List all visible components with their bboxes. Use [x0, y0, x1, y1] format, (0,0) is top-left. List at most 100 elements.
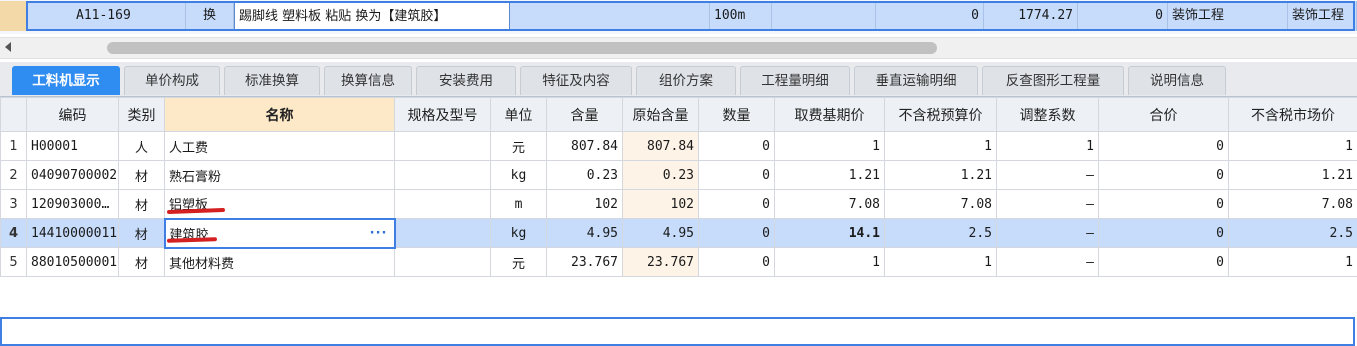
cell-adjust-factor[interactable]: –: [997, 248, 1099, 277]
cell-type[interactable]: 材: [119, 161, 165, 190]
selected-parent-row[interactable]: A11-169 换 踢脚线 塑料板 粘贴 换为【建筑胶】 100m 0 1774…: [0, 1, 1357, 31]
cell-base-price: 1.21: [775, 161, 885, 190]
cell-market-price[interactable]: 7.08: [1229, 190, 1357, 219]
tab-unit-price-composition[interactable]: 单价构成: [124, 66, 220, 95]
col-header-total[interactable]: 合价: [1099, 98, 1229, 132]
tab-quantity-detail[interactable]: 工程量明细: [740, 66, 850, 95]
col-header-content[interactable]: 含量: [547, 98, 623, 132]
table-row-selected[interactable]: 4 14410000011 材 建筑胶··· kg 4.95 4.95 0 14…: [1, 219, 1357, 248]
cell-market-price[interactable]: 1: [1229, 248, 1357, 277]
cell-base-price: 14.1: [775, 219, 885, 248]
cell-type[interactable]: 材: [119, 248, 165, 277]
col-header-spec[interactable]: 规格及型号: [395, 98, 491, 132]
row-number-header: [1, 98, 27, 132]
cell-budget-price[interactable]: 2.5: [885, 219, 997, 248]
cell-name[interactable]: 其他材料费: [165, 248, 395, 277]
cell-content[interactable]: 807.84: [547, 132, 623, 161]
cell-budget-price[interactable]: 1.21: [885, 161, 997, 190]
tab-vertical-transport[interactable]: 垂直运输明细: [854, 66, 978, 95]
parent-unit: 100m: [710, 1, 772, 31]
scroll-left-arrow-icon[interactable]: [5, 42, 11, 52]
cell-quantity: 0: [699, 219, 775, 248]
cell-budget-price[interactable]: 1: [885, 132, 997, 161]
tab-reverse-graphic-quantity[interactable]: 反查图形工程量: [982, 66, 1124, 95]
parent-total: 0: [1078, 1, 1168, 31]
row-number: 1: [1, 132, 27, 161]
col-header-quantity[interactable]: 数量: [699, 98, 775, 132]
col-header-unit[interactable]: 单位: [491, 98, 547, 132]
parent-spec: [510, 1, 710, 31]
tab-pricing-scheme[interactable]: 组价方案: [636, 66, 736, 95]
col-header-adjust-factor[interactable]: 调整系数: [997, 98, 1099, 132]
cell-adjust-factor[interactable]: –: [997, 161, 1099, 190]
tab-labor-material-machine[interactable]: 工料机显示: [12, 66, 120, 95]
cell-content[interactable]: 0.23: [547, 161, 623, 190]
cell-content[interactable]: 23.767: [547, 248, 623, 277]
cell-content[interactable]: 4.95: [547, 219, 623, 248]
cell-total: 0: [1099, 219, 1229, 248]
horizontal-scrollbar[interactable]: [0, 37, 1357, 59]
cell-type[interactable]: 人: [119, 132, 165, 161]
cell-base-price: 1: [775, 132, 885, 161]
cell-type[interactable]: 材: [119, 219, 165, 248]
cell-original-content: 102: [623, 190, 699, 219]
tab-conversion-info[interactable]: 换算信息: [324, 66, 412, 95]
tab-installation-fee[interactable]: 安装费用: [416, 66, 516, 95]
col-header-budget-price[interactable]: 不含税预算价: [885, 98, 997, 132]
cell-type[interactable]: 材: [119, 190, 165, 219]
cell-base-price: 1: [775, 248, 885, 277]
cell-market-price[interactable]: 2.5: [1229, 219, 1357, 248]
cell-unit[interactable]: m: [491, 190, 547, 219]
cell-unit[interactable]: kg: [491, 161, 547, 190]
cell-code[interactable]: 14410000011: [27, 219, 119, 248]
cell-name[interactable]: 人工费: [165, 132, 395, 161]
parent-category: 装饰工程: [1168, 1, 1288, 31]
cell-adjust-factor[interactable]: 1: [997, 132, 1099, 161]
table-row[interactable]: 5 88010500001 材 其他材料费 元 23.767 23.767 0 …: [1, 248, 1357, 277]
cell-name[interactable]: 铝塑板: [165, 190, 395, 219]
cell-spec[interactable]: [395, 132, 491, 161]
cell-base-price: 7.08: [775, 190, 885, 219]
col-header-name[interactable]: 名称: [165, 98, 395, 132]
cell-name[interactable]: 熟石膏粉: [165, 161, 395, 190]
cell-spec[interactable]: [395, 190, 491, 219]
cell-adjust-factor[interactable]: –: [997, 190, 1099, 219]
cell-total: 0: [1099, 132, 1229, 161]
cell-spec[interactable]: [395, 219, 491, 248]
cell-market-price[interactable]: 1: [1229, 132, 1357, 161]
cell-spec[interactable]: [395, 161, 491, 190]
cell-code[interactable]: 120903000…: [27, 190, 119, 219]
cell-adjust-factor[interactable]: –: [997, 219, 1099, 248]
col-header-original-content[interactable]: 原始含量: [623, 98, 699, 132]
cell-original-content: 4.95: [623, 219, 699, 248]
tab-features-content[interactable]: 特征及内容: [520, 66, 632, 95]
cell-original-content: 0.23: [623, 161, 699, 190]
cell-market-price[interactable]: 1.21: [1229, 161, 1357, 190]
cell-unit[interactable]: 元: [491, 132, 547, 161]
more-options-button[interactable]: ···: [370, 226, 388, 241]
cell-code[interactable]: 88010500001: [27, 248, 119, 277]
col-header-market-price[interactable]: 不含税市场价: [1229, 98, 1357, 132]
cell-content[interactable]: 102: [547, 190, 623, 219]
scrollbar-thumb[interactable]: [107, 42, 937, 54]
table-row[interactable]: 2 04090700002 材 熟石膏粉 kg 0.23 0.23 0 1.21…: [1, 161, 1357, 190]
tab-description[interactable]: 说明信息: [1128, 66, 1226, 95]
col-header-base-price[interactable]: 取费基期价: [775, 98, 885, 132]
parent-name[interactable]: 踢脚线 塑料板 粘贴 换为【建筑胶】: [234, 1, 510, 31]
table-row[interactable]: 1 H00001 人 人工费 元 807.84 807.84 0 1 1 1 0…: [1, 132, 1357, 161]
cell-budget-price[interactable]: 7.08: [885, 190, 997, 219]
cell-unit[interactable]: kg: [491, 219, 547, 248]
cell-code[interactable]: H00001: [27, 132, 119, 161]
col-header-type[interactable]: 类别: [119, 98, 165, 132]
cell-spec[interactable]: [395, 248, 491, 277]
parent-quantity: 0: [876, 1, 984, 31]
cell-code[interactable]: 04090700002: [27, 161, 119, 190]
tab-standard-conversion[interactable]: 标准换算: [224, 66, 320, 95]
cell-name-editing[interactable]: 建筑胶···: [165, 219, 395, 248]
cell-quantity: 0: [699, 248, 775, 277]
cell-unit[interactable]: 元: [491, 248, 547, 277]
table-row[interactable]: 3 120903000… 材 铝塑板 m 102 102 0 7.08 7.08…: [1, 190, 1357, 219]
cell-budget-price[interactable]: 1: [885, 248, 997, 277]
parent-type: 换: [186, 1, 234, 31]
col-header-code[interactable]: 编码: [27, 98, 119, 132]
